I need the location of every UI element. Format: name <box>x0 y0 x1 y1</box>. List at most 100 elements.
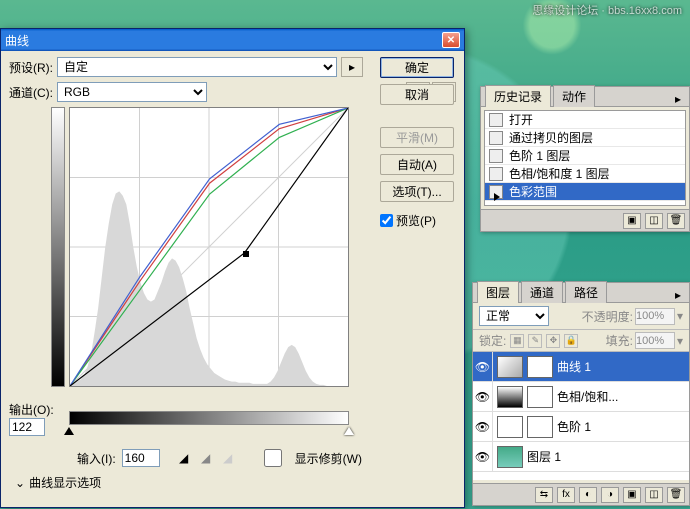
layer-name: 色相/饱和... <box>557 388 618 405</box>
layer-row[interactable]: 👁图层 1 <box>473 442 689 472</box>
history-item-label: 色相/饱和度 1 图层 <box>509 165 610 182</box>
curve-editor[interactable] <box>69 107 349 407</box>
output-gradient <box>51 107 65 387</box>
gray-eyedropper-icon[interactable]: ◢ <box>198 450 214 466</box>
history-cursor-icon <box>494 193 500 201</box>
preset-label: 预设(R): <box>9 59 53 76</box>
history-item-label: 通过拷贝的图层 <box>509 129 593 146</box>
history-item-label: 色阶 1 图层 <box>509 147 570 164</box>
history-item-label: 色彩范围 <box>509 183 557 200</box>
blend-mode-select[interactable]: 正常 <box>479 306 549 326</box>
trash-icon[interactable]: 🗑 <box>667 487 685 503</box>
white-point-marker[interactable] <box>344 427 354 435</box>
history-step-icon <box>489 131 503 145</box>
tab-channels[interactable]: 通道 <box>521 281 563 303</box>
channel-select[interactable]: RGB <box>57 82 207 102</box>
curves-dialog: 曲线 ✕ 预设(R): 自定 ▸ 通道(C): RGB ∿ ✎ <box>0 28 465 508</box>
preset-menu-icon[interactable]: ▸ <box>341 57 363 77</box>
options-button[interactable]: 选项(T)... <box>380 181 454 202</box>
layer-mask-thumb[interactable] <box>527 386 553 408</box>
fill-label: 填充: <box>606 332 633 349</box>
output-field[interactable] <box>9 418 45 436</box>
show-clipping-checkbox[interactable]: 显示修剪(W) <box>254 449 362 467</box>
layer-thumb[interactable] <box>497 446 523 468</box>
close-icon[interactable]: ✕ <box>442 32 460 48</box>
layer-mask-thumb[interactable] <box>527 416 553 438</box>
link-layers-icon[interactable]: ⇆ <box>535 487 553 503</box>
history-item[interactable]: 通过拷贝的图层 <box>485 129 685 147</box>
layer-row[interactable]: 👁 色相/饱和... <box>473 382 689 412</box>
panel-menu-icon[interactable]: ▸ <box>670 288 686 302</box>
lock-brush-icon[interactable]: ✎ <box>528 334 542 348</box>
curve-display-options-toggle[interactable]: ⌄ 曲线显示选项 <box>15 474 101 491</box>
show-clipping-input[interactable] <box>254 449 292 467</box>
output-input-fields: 输出(O): <box>9 401 54 442</box>
tab-paths[interactable]: 路径 <box>565 281 607 303</box>
preset-select[interactable]: 自定 <box>57 57 337 77</box>
cancel-button[interactable]: 取消 <box>380 84 454 105</box>
layer-mask-thumb[interactable] <box>527 356 553 378</box>
dialog-title: 曲线 <box>5 32 29 49</box>
visibility-eye-icon[interactable]: 👁 <box>473 352 493 382</box>
visibility-eye-icon[interactable]: 👁 <box>473 382 493 412</box>
white-eyedropper-icon[interactable]: ◢ <box>220 450 236 466</box>
new-document-icon[interactable]: ◫ <box>645 213 663 229</box>
lock-transparency-icon[interactable]: ▦ <box>510 334 524 348</box>
group-icon[interactable]: ▣ <box>623 487 641 503</box>
lock-all-icon[interactable]: 🔒 <box>564 334 578 348</box>
input-field[interactable] <box>122 449 160 467</box>
layer-mask-icon[interactable]: ◐ <box>579 487 597 503</box>
layer-row[interactable]: 👁 色阶 1 <box>473 412 689 442</box>
black-eyedropper-icon[interactable]: ◢ <box>176 450 192 466</box>
chevron-down-icon[interactable]: ▾ <box>677 334 683 348</box>
curve-grid[interactable] <box>69 107 349 387</box>
history-item[interactable]: 打开 <box>485 111 685 129</box>
tab-actions[interactable]: 动作 <box>553 85 595 107</box>
visibility-eye-icon[interactable]: 👁 <box>473 442 493 472</box>
history-step-icon <box>489 149 503 163</box>
black-point-marker[interactable] <box>64 427 74 435</box>
smooth-button: 平滑(M) <box>380 127 454 148</box>
history-item-label: 打开 <box>509 111 533 128</box>
curve-control-point[interactable] <box>243 251 249 257</box>
preview-input[interactable] <box>380 214 393 227</box>
history-step-icon <box>489 167 503 181</box>
chevron-down-icon[interactable]: ▾ <box>677 309 683 323</box>
input-gradient <box>69 411 349 425</box>
show-clipping-label: 显示修剪(W) <box>295 450 362 467</box>
history-item[interactable]: 色彩范围 <box>485 183 685 201</box>
adjustment-layer-icon[interactable]: ◑ <box>601 487 619 503</box>
layer-style-icon[interactable]: fx <box>557 487 575 503</box>
layers-panel: 图层 通道 路径 ▸ 正常 不透明度: ▾ 锁定: ▦ ✎ ✥ 🔒 填充: ▾ … <box>472 282 690 506</box>
fill-field[interactable] <box>635 332 675 349</box>
layer-thumb[interactable] <box>497 386 523 408</box>
ok-button[interactable]: 确定 <box>380 57 454 78</box>
history-item[interactable]: 色阶 1 图层 <box>485 147 685 165</box>
tab-layers[interactable]: 图层 <box>477 281 519 303</box>
preview-label: 预览(P) <box>396 212 436 229</box>
panel-menu-icon[interactable]: ▸ <box>670 92 686 106</box>
output-label: 输出(O): <box>9 401 54 418</box>
layer-name: 色阶 1 <box>557 418 591 435</box>
dialog-titlebar[interactable]: 曲线 ✕ <box>1 29 464 51</box>
disclosure-label: 曲线显示选项 <box>29 474 101 491</box>
new-snapshot-icon[interactable]: ▣ <box>623 213 641 229</box>
layer-thumb[interactable] <box>497 356 523 378</box>
layer-thumb[interactable] <box>497 416 523 438</box>
layer-row[interactable]: 👁曲线 1 <box>473 352 689 382</box>
channel-label: 通道(C): <box>9 84 53 101</box>
auto-button[interactable]: 自动(A) <box>380 154 454 175</box>
lock-move-icon[interactable]: ✥ <box>546 334 560 348</box>
layers-list[interactable]: 👁曲线 1👁色相/饱和...👁色阶 1👁图层 1 <box>473 352 689 480</box>
history-list[interactable]: 打开通过拷贝的图层色阶 1 图层色相/饱和度 1 图层色彩范围 <box>484 110 686 206</box>
trash-icon[interactable]: 🗑 <box>667 213 685 229</box>
new-layer-icon[interactable]: ◫ <box>645 487 663 503</box>
preview-checkbox[interactable]: 预览(P) <box>380 212 454 229</box>
input-label: 输入(I): <box>77 450 116 467</box>
opacity-label: 不透明度: <box>582 308 633 325</box>
history-item[interactable]: 色相/饱和度 1 图层 <box>485 165 685 183</box>
opacity-field[interactable] <box>635 308 675 325</box>
visibility-eye-icon[interactable]: 👁 <box>473 412 493 442</box>
tab-history[interactable]: 历史记录 <box>485 85 551 107</box>
history-panel: 历史记录 动作 ▸ 打开通过拷贝的图层色阶 1 图层色相/饱和度 1 图层色彩范… <box>480 86 690 232</box>
